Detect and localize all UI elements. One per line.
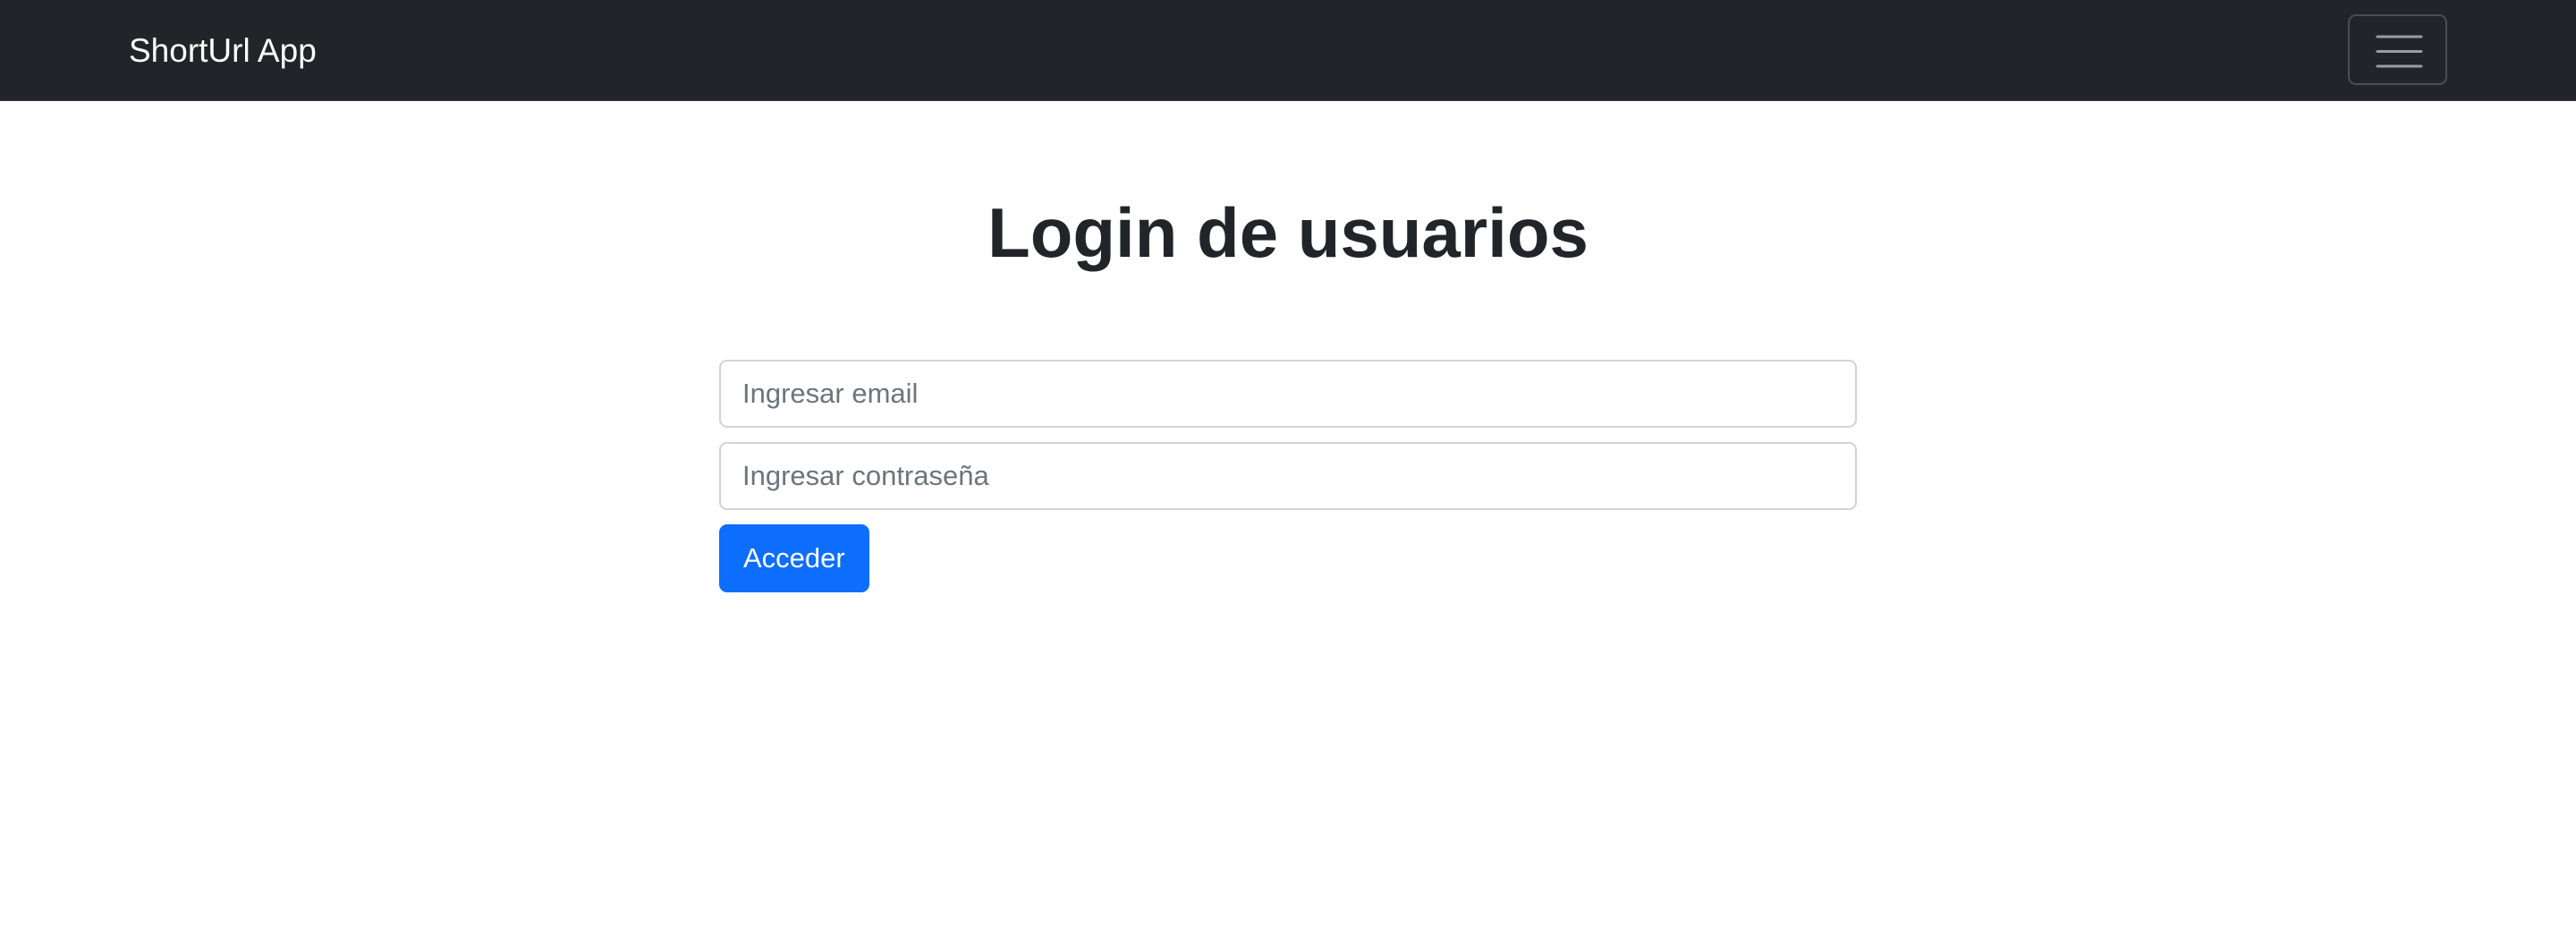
navbar-toggler-button[interactable] [2348, 14, 2447, 85]
password-field[interactable] [719, 442, 1857, 510]
hamburger-menu-icon [2376, 35, 2423, 68]
page-title: Login de usuarios [987, 193, 1589, 272]
brand-link[interactable]: ShortUrl App [129, 29, 317, 73]
login-form: Acceder [719, 360, 1857, 592]
login-submit-button[interactable]: Acceder [719, 524, 869, 592]
email-field[interactable] [719, 360, 1857, 428]
top-navbar: ShortUrl App [0, 0, 2576, 101]
